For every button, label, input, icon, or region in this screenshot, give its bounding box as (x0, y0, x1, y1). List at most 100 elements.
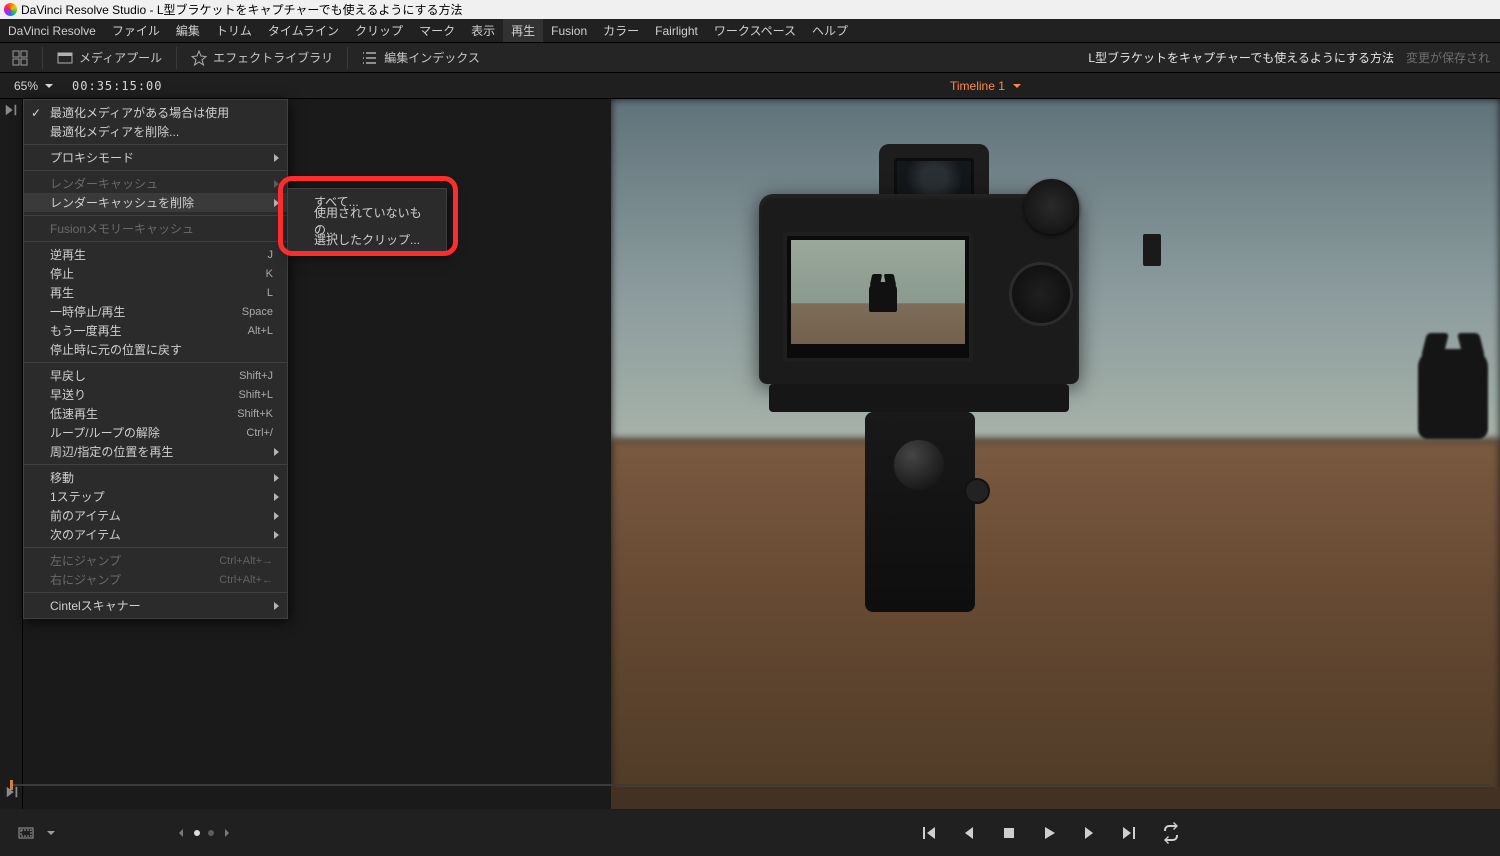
chevron-down-icon[interactable] (44, 81, 54, 91)
menu-help[interactable]: ヘルプ (804, 19, 856, 42)
menu-item-label: もう一度再生 (50, 322, 122, 339)
menu-item[interactable]: 周辺/指定の位置を再生 (24, 442, 287, 461)
scrub-handle[interactable] (10, 780, 13, 790)
safe-area-icon[interactable] (18, 825, 34, 841)
source-gutter (0, 99, 23, 809)
menu-item-label: 停止 (50, 265, 74, 282)
timeline-name[interactable]: Timeline 1 (950, 79, 1022, 93)
effects-library-button[interactable]: エフェクトライブラリ (179, 43, 345, 73)
go-to-start-icon[interactable] (920, 824, 938, 842)
menu-item[interactable]: 早送りShift+L (24, 385, 287, 404)
stop-icon[interactable] (1000, 824, 1018, 842)
chevron-down-icon[interactable] (46, 828, 56, 838)
menu-item[interactable]: プロキシモード (24, 148, 287, 167)
source-viewer-slot: ✓最適化メディアがある場合は使用最適化メディアを削除... プロキシモードレンダー… (23, 99, 611, 809)
chevron-right-icon (274, 199, 279, 207)
menu-item-label: 移動 (50, 469, 74, 486)
workspace-toolbar: メディアプール エフェクトライブラリ 編集インデックス L型ブラケットをキャプチ… (0, 43, 1500, 73)
timeline-viewer[interactable] (611, 99, 1500, 809)
chevron-right-icon (274, 602, 279, 610)
separator (42, 47, 43, 69)
menu-view[interactable]: 表示 (463, 19, 503, 42)
expand-icon (12, 50, 28, 66)
menu-item-label: 早戻し (50, 367, 86, 384)
page-dot[interactable] (208, 830, 214, 836)
delete-render-cache-submenu: すべて...使用されていないもの...選択したクリップ... (287, 188, 447, 253)
menu-shortcut: K (266, 268, 273, 280)
next-frame-icon[interactable] (1080, 824, 1098, 842)
page-dot[interactable] (194, 830, 200, 836)
menu-item-label: 1ステップ (50, 488, 105, 505)
menu-item[interactable]: 逆再生J (24, 245, 287, 264)
expand-panel-button[interactable] (0, 50, 40, 66)
menu-item[interactable]: 停止時に元の位置に戻す (24, 340, 287, 359)
submenu-item[interactable]: 使用されていないもの... (288, 211, 446, 230)
prev-frame-icon[interactable] (960, 824, 978, 842)
menu-separator (24, 215, 287, 216)
skip-next-icon[interactable] (4, 103, 18, 117)
menu-item[interactable]: 一時停止/再生Space (24, 302, 287, 321)
menu-item[interactable]: 最適化メディアを削除... (24, 122, 287, 141)
menu-file[interactable]: ファイル (104, 19, 168, 42)
menu-item-label: 停止時に元の位置に戻す (50, 341, 182, 358)
menu-item[interactable]: ✓最適化メディアがある場合は使用 (24, 103, 287, 122)
edit-index-button[interactable]: 編集インデックス (350, 43, 492, 73)
menu-timeline[interactable]: タイムライン (260, 19, 347, 42)
menu-item-label: 次のアイテム (50, 526, 121, 543)
menu-trim[interactable]: トリム (208, 19, 260, 42)
menu-item-label: 前のアイテム (50, 507, 121, 524)
menu-workspace[interactable]: ワークスペース (706, 19, 804, 42)
menu-shortcut: Shift+K (237, 408, 273, 420)
chevron-left-icon[interactable] (176, 828, 186, 838)
go-to-end-icon[interactable] (1120, 824, 1138, 842)
menu-edit[interactable]: 編集 (168, 19, 208, 42)
menu-item[interactable]: ループ/ループの解除Ctrl+/ (24, 423, 287, 442)
menu-shortcut: Shift+L (238, 389, 273, 401)
menu-mark[interactable]: マーク (411, 19, 463, 42)
menu-item: 右にジャンプCtrl+Alt+← (24, 570, 287, 589)
menu-item: 左にジャンプCtrl+Alt+→ (24, 551, 287, 570)
menu-item[interactable]: 次のアイテム (24, 525, 287, 544)
menu-item[interactable]: もう一度再生 Alt+L (24, 321, 287, 340)
menu-fairlight[interactable]: Fairlight (647, 19, 706, 42)
menu-item-label: 再生 (50, 284, 74, 301)
menu-color[interactable]: カラー (595, 19, 647, 42)
chevron-right-icon (274, 474, 279, 482)
loop-icon[interactable] (1160, 822, 1182, 844)
zoom-value[interactable]: 65% (14, 79, 38, 93)
media-pool-label: メディアプール (79, 43, 162, 73)
menu-item[interactable]: レンダーキャッシュを削除 (24, 193, 287, 212)
chevron-right-icon (274, 448, 279, 456)
submenu-item[interactable]: 選択したクリップ... (288, 230, 446, 249)
menu-item[interactable]: 低速再生Shift+K (24, 404, 287, 423)
viewer-scrubbar[interactable] (10, 780, 1490, 790)
menu-shortcut: Alt+L (248, 325, 273, 337)
menu-item[interactable]: Cintelスキャナー (24, 596, 287, 615)
page-indicator[interactable] (176, 828, 232, 838)
menu-playback[interactable]: 再生 (503, 19, 543, 42)
menu-item-label: 右にジャンプ (50, 571, 121, 588)
menu-item[interactable]: 1ステップ (24, 487, 287, 506)
check-icon: ✓ (31, 106, 41, 120)
menu-item[interactable]: 移動 (24, 468, 287, 487)
menu-davinci-resolve[interactable]: DaVinci Resolve (0, 19, 104, 42)
menu-shortcut: L (267, 287, 273, 299)
separator (347, 47, 348, 69)
menu-clip[interactable]: クリップ (347, 19, 411, 42)
chevron-right-icon[interactable] (222, 828, 232, 838)
timeline-name-label: Timeline 1 (950, 79, 1005, 93)
menu-item-label: 周辺/指定の位置を再生 (50, 443, 173, 460)
source-timecode[interactable]: 00:35:15:00 (72, 79, 162, 93)
chevron-right-icon (274, 154, 279, 162)
window-titlebar: DaVinci Resolve Studio - L型ブラケットをキャプチャーで… (0, 0, 1500, 19)
menu-item[interactable]: 早戻しShift+J (24, 366, 287, 385)
play-icon[interactable] (1040, 824, 1058, 842)
viewer-image (611, 99, 1500, 809)
menu-item[interactable]: 停止 K (24, 264, 287, 283)
media-pool-button[interactable]: メディアプール (45, 43, 174, 73)
menu-fusion[interactable]: Fusion (543, 19, 595, 42)
menu-item[interactable]: 再生 L (24, 283, 287, 302)
menu-separator (24, 362, 287, 363)
menu-item[interactable]: 前のアイテム (24, 506, 287, 525)
effects-library-label: エフェクトライブラリ (213, 43, 333, 73)
